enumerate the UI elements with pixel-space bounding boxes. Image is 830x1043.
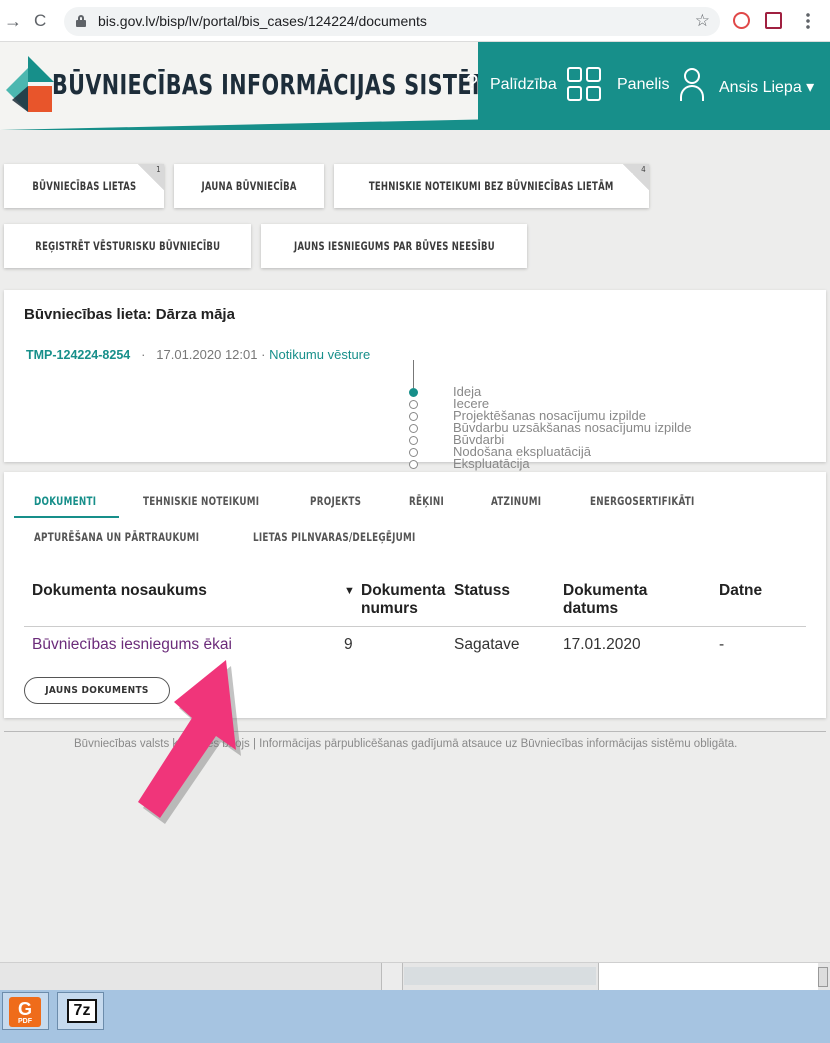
tab-invoices[interactable]: RĒĶINI	[409, 494, 444, 508]
tile-label: TEHNISKIE NOTEIKUMI BEZ BŪVNIECĪBAS LIET…	[369, 179, 614, 193]
case-datetime: 17.01.2020 12:01	[156, 347, 258, 362]
stage-connector	[413, 360, 414, 388]
user-menu[interactable]: Ansis Liepa ▾	[719, 77, 814, 97]
case-card: Būvniecības lieta: Dārza māja TMP-124224…	[4, 290, 826, 471]
document-number: 9	[344, 636, 353, 653]
tab-technical-regulations[interactable]: TEHNISKIE NOTEIKUMI	[143, 494, 259, 508]
tab-energy-certificates[interactable]: ENERGOSERTIFIKĀTI	[590, 494, 695, 508]
logo-area: BŪVNIECĪBAS INFORMĀCIJAS SISTĒMA	[0, 42, 478, 130]
column-header-file[interactable]: Datne	[719, 582, 762, 600]
active-tab-indicator	[14, 516, 119, 518]
column-header-name[interactable]: Dokumenta nosaukums	[32, 582, 207, 600]
tile-new-construction[interactable]: JAUNA BŪVNIECĪBA	[174, 164, 324, 208]
stage-dot-icon	[409, 448, 418, 457]
stage-dot-icon	[409, 460, 418, 469]
stage-dot-icon	[409, 400, 418, 409]
tab-authorizations[interactable]: LIETAS PILNVARAS/DELEĢĒJUMI	[253, 530, 416, 544]
reload-icon[interactable]: C	[34, 11, 46, 31]
help-icon[interactable]: ?	[466, 70, 478, 96]
taskbar: G PDF 7z	[0, 990, 830, 1043]
address-bar[interactable]: bis.gov.lv/bisp/lv/portal/bis_cases/1242…	[64, 7, 720, 36]
column-header-number[interactable]: Dokumenta numurs	[361, 582, 453, 618]
taskbar-7zip-app[interactable]: 7z	[57, 992, 104, 1030]
tile-count: 4	[641, 165, 646, 174]
url-text[interactable]: bis.gov.lv/bisp/lv/portal/bis_cases/1242…	[98, 13, 427, 29]
stage-dot-icon	[409, 424, 418, 433]
pdf-app-icon: G PDF	[9, 997, 41, 1027]
user-icon[interactable]	[679, 68, 705, 102]
taskbar-pdf-app[interactable]: G PDF	[2, 992, 49, 1030]
tab-project[interactable]: PROJEKTS	[310, 494, 361, 508]
tile-absence-application[interactable]: JAUNS IESNIEGUMS PAR BŪVES NEESĪBU	[261, 224, 527, 268]
tile-label: JAUNA BŪVNIECĪBA	[201, 179, 297, 193]
case-id[interactable]: TMP-124224-8254	[26, 348, 130, 362]
table-header-divider	[24, 626, 806, 627]
column-header-status[interactable]: Statuss	[454, 582, 510, 600]
column-header-date[interactable]: Dokumenta datums	[563, 582, 663, 618]
document-name-link[interactable]: Būvniecības iesniegums ēkai	[32, 636, 232, 654]
tile-register-historic[interactable]: REĢISTRĒT VĒSTURISKU BŪVNIECĪBU	[4, 224, 251, 268]
site-title: BŪVNIECĪBAS INFORMĀCIJAS SISTĒMA	[52, 68, 510, 101]
dashboard-grid-icon[interactable]	[567, 67, 603, 103]
horizontal-scrollbar[interactable]	[0, 962, 830, 990]
bis-logo-icon[interactable]	[6, 56, 54, 116]
document-date: 17.01.2020	[563, 636, 641, 653]
tile-label: BŪVNIECĪBAS LIETAS	[32, 179, 136, 193]
meta-separator: ·	[261, 347, 266, 362]
tile-label: REĢISTRĒT VĒSTURISKU BŪVNIECĪBU	[35, 239, 220, 253]
annotation-arrow-icon	[138, 660, 241, 824]
stage-item: Ekspluatācija	[409, 456, 729, 471]
tile-count: 1	[156, 165, 161, 174]
extension-icon[interactable]	[733, 12, 750, 29]
meta-separator: ·	[141, 347, 146, 362]
help-link[interactable]: Palīdzība	[490, 76, 557, 94]
lock-icon	[76, 15, 86, 27]
7zip-icon: 7z	[67, 999, 97, 1023]
document-file: -	[719, 636, 725, 653]
case-title: Būvniecības lieta: Dārza māja	[24, 306, 235, 323]
back-arrow-icon[interactable]: →	[4, 11, 22, 31]
stage-active-dot-icon	[409, 388, 418, 397]
stage-dot-icon	[409, 412, 418, 421]
tile-label: JAUNS IESNIEGUMS PAR BŪVES NEESĪBU	[293, 239, 495, 253]
browser-toolbar: → C bis.gov.lv/bisp/lv/portal/bis_cases/…	[0, 0, 830, 42]
tile-technical-regulations[interactable]: 4 TEHNISKIE NOTEIKUMI BEZ BŪVNIECĪBAS LI…	[334, 164, 649, 208]
extension-icon[interactable]	[765, 12, 782, 29]
site-header: BŪVNIECĪBAS INFORMĀCIJAS SISTĒMA ? Palīd…	[0, 42, 830, 130]
history-link[interactable]: Notikumu vēsture	[269, 347, 370, 362]
browser-menu-icon[interactable]	[806, 12, 810, 30]
dashboard-link[interactable]: Panelis	[617, 76, 669, 94]
case-meta: TMP-124224-8254 · 17.01.2020 12:01 · Not…	[26, 347, 370, 362]
tile-construction-cases[interactable]: 1 BŪVNIECĪBAS LIETAS	[4, 164, 164, 208]
sort-desc-icon[interactable]: ▼	[344, 582, 355, 600]
tab-opinions[interactable]: ATZINUMI	[491, 494, 541, 508]
stage-dot-icon	[409, 436, 418, 445]
tab-suspensions[interactable]: APTURĒŠANA UN PĀRTRAUKUMI	[34, 530, 199, 544]
tab-documents[interactable]: DOKUMENTI	[34, 494, 96, 508]
document-status: Sagatave	[454, 636, 520, 653]
bookmark-star-icon[interactable]: ☆	[695, 11, 710, 31]
